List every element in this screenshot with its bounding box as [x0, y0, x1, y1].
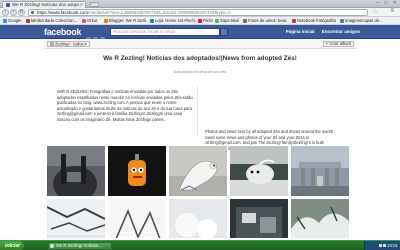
bookmark-favicon-icon	[150, 18, 154, 23]
bookmark-favicon-icon	[3, 18, 7, 23]
bookmark-label: Fotos de ursos: bear...	[248, 18, 290, 23]
create-album-button[interactable]: + Criar álbum	[322, 41, 354, 47]
reload-button[interactable]: ↻	[18, 9, 25, 16]
album-photo[interactable]	[230, 199, 288, 238]
bookmark-favicon-icon	[215, 18, 219, 23]
volume-icon[interactable]	[383, 244, 386, 247]
bookmark-favicon-icon	[292, 18, 296, 23]
bookmark-label: Imagens/capas de...	[345, 18, 383, 23]
album-photo[interactable]	[108, 199, 166, 238]
album-photo[interactable]	[108, 146, 166, 196]
album-updated: Actualizado há cerca de um mês	[173, 70, 227, 74]
bookmark-label: Notebook Fotógrafos	[297, 18, 337, 23]
facebook-header: facebook Procurar pessoas, locais e cois…	[0, 25, 400, 42]
os-taskbar: iniciar We R Zezling! Notícias... 10:01	[0, 240, 400, 250]
wrench-menu-icon[interactable]: ≡	[390, 8, 394, 14]
taskbar-window-item[interactable]: We R Zezling! Notícias...	[48, 242, 112, 250]
album-photo[interactable]	[169, 146, 227, 196]
bookmark-favicon-icon	[198, 18, 202, 23]
album-photo[interactable]	[230, 146, 288, 196]
clock[interactable]: 10:01	[387, 243, 398, 248]
album-toolbar: Zezling! · todos ▾ + Criar álbum	[44, 39, 357, 49]
url-host: https://www.facebook.com	[37, 10, 89, 15]
album-photo[interactable]	[291, 199, 349, 238]
bookmark-item[interactable]: Google	[3, 18, 22, 24]
album-description-pt: IWR R ZEZLING! Fotografias e notícias en…	[57, 89, 193, 122]
search-input[interactable]: Procurar pessoas, locais e coisas	[110, 28, 220, 36]
find-friends-link[interactable]: Encontrar amigos	[322, 29, 360, 34]
url-field[interactable]: https://www.facebook.com/media/set/?set=…	[28, 9, 368, 16]
header-nav: Página inicial Encontrar amigos	[280, 29, 360, 34]
bookmark-favicon-icon	[26, 18, 30, 23]
start-button[interactable]: iniciar	[0, 241, 24, 250]
home-link[interactable]: Página inicial	[286, 29, 315, 34]
bookmark-label: Sapo Mail	[220, 18, 239, 23]
bookmark-item[interactable]: Notebook Fotógrafos	[292, 18, 336, 24]
new-tab-button[interactable]	[90, 2, 99, 7]
page-selector-label: Zezling! · todos ▾	[55, 41, 87, 47]
back-button[interactable]: ‹	[2, 9, 9, 16]
bookmark-item[interactable]: Imagens/capas de...	[340, 18, 383, 24]
photo-grid	[44, 146, 357, 238]
divider	[197, 86, 198, 136]
bookmark-item[interactable]: Fotos de ursos: bear...	[243, 18, 290, 24]
ssl-lock-icon	[31, 11, 34, 14]
bookmark-star-icon[interactable]: ☆	[373, 8, 378, 15]
browser-tab-bar: We R Zezling! Notícias dos adopt... × – …	[0, 0, 400, 8]
taskbar-window-label: We R Zezling! Notícias...	[56, 243, 102, 248]
bookmark-item[interactable]: Orkut	[82, 18, 97, 24]
bookmark-item[interactable]: Blogger: We R Zezli...	[104, 18, 150, 24]
bookmark-favicon-icon	[340, 18, 344, 23]
album-photo[interactable]	[47, 146, 105, 196]
bookmark-label: Blogger: We R Zezli...	[109, 18, 150, 23]
bookmark-label: Minibordado Coleccion...	[31, 18, 78, 23]
bookmark-item[interactable]: Minibordado Coleccion...	[26, 18, 77, 24]
bookmark-favicon-icon	[82, 18, 86, 23]
chrome-icon	[50, 244, 54, 248]
system-tray: 10:01	[364, 241, 400, 250]
bookmark-item[interactable]: Loja: Home 1st Pinch...	[150, 18, 198, 24]
address-bar: ‹ › ↻ https://www.facebook.com/media/set…	[0, 8, 400, 17]
bookmark-label: Google	[8, 18, 22, 23]
facebook-logo[interactable]: facebook	[44, 27, 81, 37]
page-avatar	[50, 42, 54, 46]
page-selector-button[interactable]: Zezling! · todos ▾	[47, 41, 90, 47]
album-photo[interactable]	[291, 146, 349, 196]
bookmark-label: Orkut	[87, 18, 98, 23]
bookmark-item[interactable]: Flickr	[198, 18, 213, 24]
bookmark-label: Loja: Home 1st Pinch...	[155, 18, 199, 23]
facebook-favicon-icon	[6, 3, 10, 7]
album-photo[interactable]	[169, 199, 227, 238]
search-button[interactable]	[220, 28, 228, 36]
album-photo[interactable]	[47, 199, 105, 238]
bookmark-label: Flickr	[203, 18, 214, 23]
window-controls[interactable]: – □ ×	[377, 0, 399, 7]
url-path: /media/set/?set=a.350564457577446.101322…	[88, 10, 231, 15]
bookmark-favicon-icon	[243, 18, 247, 23]
bookmark-favicon-icon	[104, 18, 108, 23]
forward-button[interactable]: ›	[10, 9, 17, 16]
browser-tab[interactable]: We R Zezling! Notícias dos adopt... ×	[2, 1, 86, 8]
bookmark-item[interactable]: Sapo Mail	[215, 18, 239, 24]
quick-launch	[28, 243, 42, 250]
bookmarks-bar: Google Minibordado Coleccion... Orkut Bl…	[0, 17, 400, 25]
album-title: We R Zezling! Notícias dos adoptados!|Ne…	[103, 55, 297, 62]
network-icon[interactable]	[379, 244, 382, 247]
